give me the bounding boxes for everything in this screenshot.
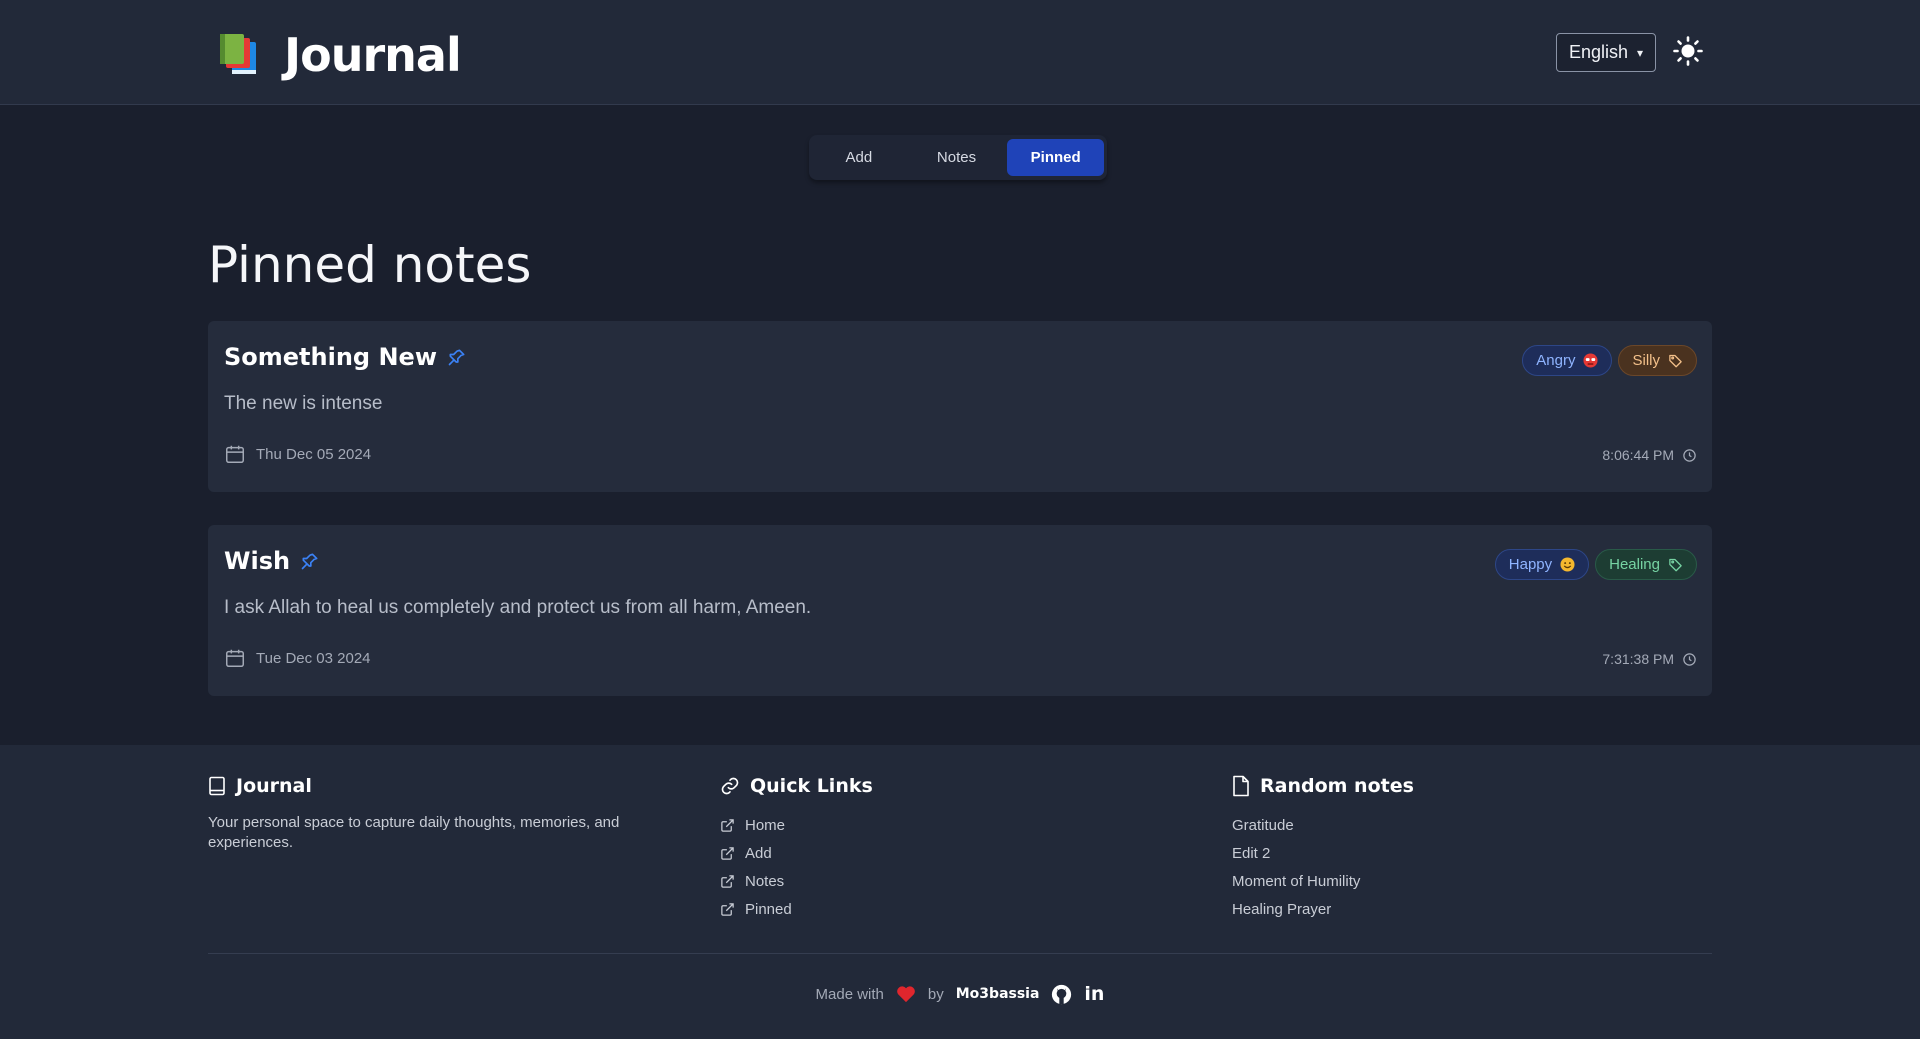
app-title: Journal — [284, 28, 462, 82]
external-link-icon — [721, 818, 734, 832]
clock-icon — [1683, 448, 1696, 462]
language-value: English — [1569, 42, 1629, 62]
angry-face-icon — [1583, 353, 1599, 368]
external-link-icon — [721, 874, 734, 888]
book-icon — [209, 776, 225, 796]
github-icon[interactable] — [1051, 984, 1072, 1005]
note-tags: Happy Healing — [1494, 549, 1697, 580]
tag-label: Silly — [1632, 352, 1660, 369]
random-note-link[interactable]: Edit 2 — [1232, 839, 1414, 867]
chevron-down-icon: ▾ — [1636, 45, 1643, 60]
note-time: 7:31:38 PM — [1602, 651, 1697, 667]
mood-label: Angry — [1536, 352, 1576, 369]
calendar-icon — [226, 445, 244, 463]
quick-link-label: Add — [745, 844, 772, 862]
quick-link-label: Pinned — [745, 900, 792, 918]
pin-icon[interactable] — [300, 551, 320, 571]
nav-tabs: Add Notes Pinned — [809, 135, 1107, 180]
random-note-link[interactable]: Moment of Humility — [1232, 867, 1414, 895]
footer-random-notes: Random notes Gratitude Edit 2 Moment of … — [1232, 775, 1414, 923]
footer: Journal Your personal space to capture d… — [0, 745, 1920, 1039]
note-time: 8:06:44 PM — [1602, 447, 1697, 463]
random-notes-title: Random notes — [1260, 775, 1414, 797]
tab-add[interactable]: Add — [812, 139, 906, 176]
app-header: Journal English ▾ — [0, 0, 1920, 105]
time-text: 7:31:38 PM — [1602, 651, 1674, 667]
made-with-text: Made with — [815, 985, 884, 1003]
random-notes-heading: Random notes — [1232, 775, 1414, 797]
link-icon — [721, 777, 739, 795]
note-card[interactable]: Wish Happy Healing I ask Allah to heal u… — [208, 525, 1712, 696]
tag-icon — [1669, 354, 1682, 368]
tab-pinned[interactable]: Pinned — [1007, 139, 1104, 176]
quick-link-home[interactable]: Home — [720, 811, 873, 839]
quick-link-notes[interactable]: Notes — [720, 867, 873, 895]
books-logo-icon — [220, 34, 256, 74]
note-date: Tue Dec 03 2024 — [224, 647, 371, 669]
external-link-icon — [721, 846, 734, 860]
quick-links-list: Home Add Notes Pinned — [720, 811, 873, 923]
note-title-row: Wish — [224, 547, 320, 575]
note-title[interactable]: Something New — [224, 343, 437, 371]
date-text: Tue Dec 03 2024 — [256, 649, 371, 667]
linkedin-icon[interactable]: in — [1084, 983, 1104, 1005]
by-text: by — [927, 985, 944, 1003]
tab-notes[interactable]: Notes — [910, 139, 1004, 176]
random-note-link[interactable]: Gratitude — [1232, 811, 1414, 839]
mood-badge[interactable]: Happy — [1494, 549, 1590, 580]
note-date: Thu Dec 05 2024 — [224, 443, 371, 465]
category-tag[interactable]: Silly — [1618, 345, 1697, 376]
quick-link-label: Notes — [745, 872, 785, 890]
footer-about-description: Your personal space to capture daily tho… — [208, 814, 620, 851]
footer-about-heading: Journal — [208, 775, 678, 797]
happy-face-icon — [1560, 557, 1575, 572]
footer-quick-links: Quick Links Home Add Notes Pinned — [720, 775, 873, 923]
quick-link-pinned[interactable]: Pinned — [720, 895, 873, 923]
tag-label: Healing — [1609, 556, 1660, 573]
time-text: 8:06:44 PM — [1602, 447, 1674, 463]
credit-line: Made with by Mo3bassia in — [0, 983, 1920, 1005]
note-body: I ask Allah to heal us completely and pr… — [224, 597, 812, 618]
note-body: The new is intense — [224, 393, 383, 414]
category-tag[interactable]: Healing — [1595, 549, 1697, 580]
note-card[interactable]: Something New Angry Silly The new is int… — [208, 321, 1712, 492]
logo[interactable]: Journal — [216, 28, 462, 82]
author-name[interactable]: Mo3bassia — [956, 986, 1040, 1002]
sun-icon[interactable] — [1673, 36, 1703, 66]
external-link-icon — [721, 902, 734, 916]
calendar-icon — [226, 649, 244, 667]
pin-icon[interactable] — [447, 347, 467, 367]
footer-divider — [208, 953, 1712, 954]
language-select[interactable]: English ▾ — [1556, 33, 1656, 72]
note-title[interactable]: Wish — [224, 547, 290, 575]
date-text: Thu Dec 05 2024 — [256, 445, 372, 463]
note-title-row: Something New — [224, 343, 467, 371]
footer-about: Journal Your personal space to capture d… — [208, 775, 678, 853]
quick-link-add[interactable]: Add — [720, 839, 873, 867]
mood-label: Happy — [1508, 556, 1553, 573]
note-tags: Angry Silly — [1522, 345, 1697, 376]
tag-icon — [1669, 558, 1682, 572]
quick-links-heading: Quick Links — [720, 775, 873, 797]
page-title: Pinned notes — [208, 236, 532, 294]
file-icon — [1233, 775, 1249, 797]
heart-icon — [897, 986, 915, 1003]
quick-link-label: Home — [745, 816, 786, 834]
mood-badge[interactable]: Angry — [1522, 345, 1613, 376]
quick-links-title: Quick Links — [750, 775, 873, 797]
footer-about-title: Journal — [236, 775, 312, 797]
random-note-link[interactable]: Healing Prayer — [1232, 895, 1414, 923]
clock-icon — [1683, 652, 1696, 666]
random-notes-list: Gratitude Edit 2 Moment of Humility Heal… — [1232, 811, 1414, 923]
